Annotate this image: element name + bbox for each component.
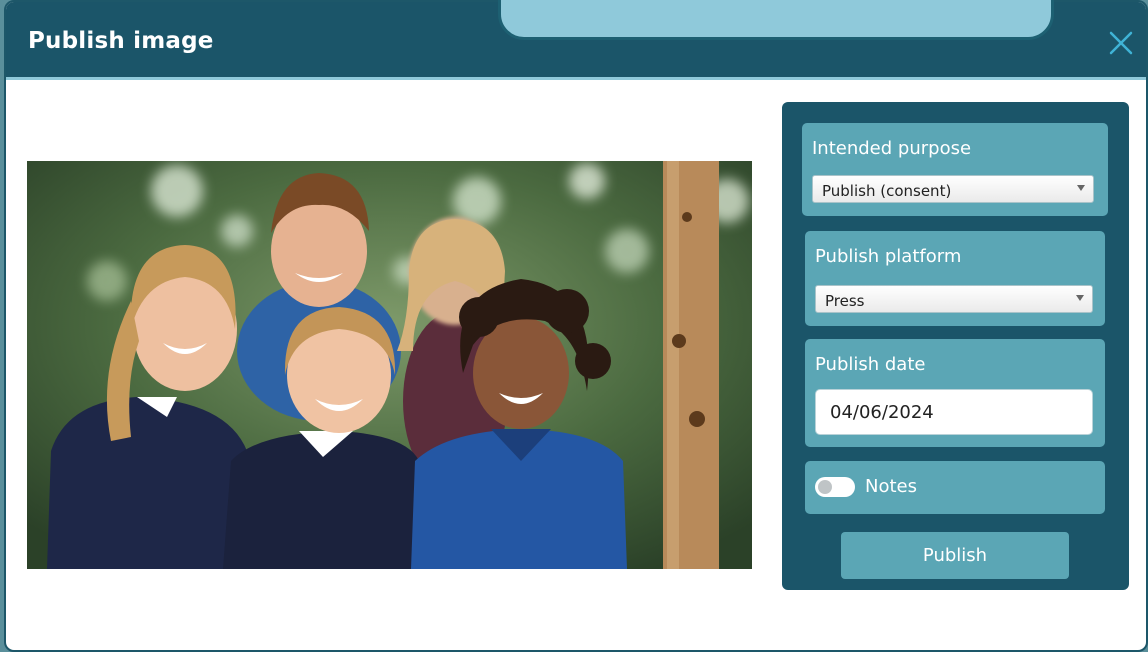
publish-platform-card: Publish platform Press bbox=[805, 231, 1105, 326]
intended-purpose-label: Intended purpose bbox=[812, 138, 972, 159]
chevron-down-icon bbox=[1076, 295, 1084, 301]
close-icon bbox=[1109, 31, 1133, 55]
publish-image-dialog: Publish image Intended purpose Publish (… bbox=[4, 0, 1148, 652]
intended-purpose-select[interactable]: Publish (consent) bbox=[812, 175, 1094, 203]
notes-card: Notes bbox=[805, 461, 1105, 514]
publish-settings-panel: Intended purpose Publish (consent) Publi… bbox=[782, 102, 1129, 590]
notes-label: Notes bbox=[865, 476, 917, 497]
intended-purpose-value: Publish (consent) bbox=[822, 182, 952, 200]
preview-photo bbox=[27, 161, 752, 569]
publish-date-field[interactable] bbox=[815, 389, 1093, 435]
publish-platform-label: Publish platform bbox=[815, 246, 962, 267]
children-photo-illustration bbox=[27, 161, 752, 569]
publish-date-label: Publish date bbox=[815, 354, 926, 375]
notes-toggle[interactable] bbox=[815, 477, 855, 497]
dialog-title: Publish image bbox=[28, 28, 214, 54]
publish-platform-select[interactable]: Press bbox=[815, 285, 1093, 313]
publish-date-card: Publish date bbox=[805, 339, 1105, 447]
intended-purpose-card: Intended purpose Publish (consent) bbox=[802, 123, 1108, 216]
background-tab bbox=[498, 0, 1054, 40]
toggle-knob bbox=[818, 480, 832, 494]
close-button[interactable] bbox=[1108, 30, 1134, 56]
publish-platform-value: Press bbox=[825, 292, 865, 310]
publish-button[interactable]: Publish bbox=[841, 532, 1069, 579]
chevron-down-icon bbox=[1077, 185, 1085, 191]
